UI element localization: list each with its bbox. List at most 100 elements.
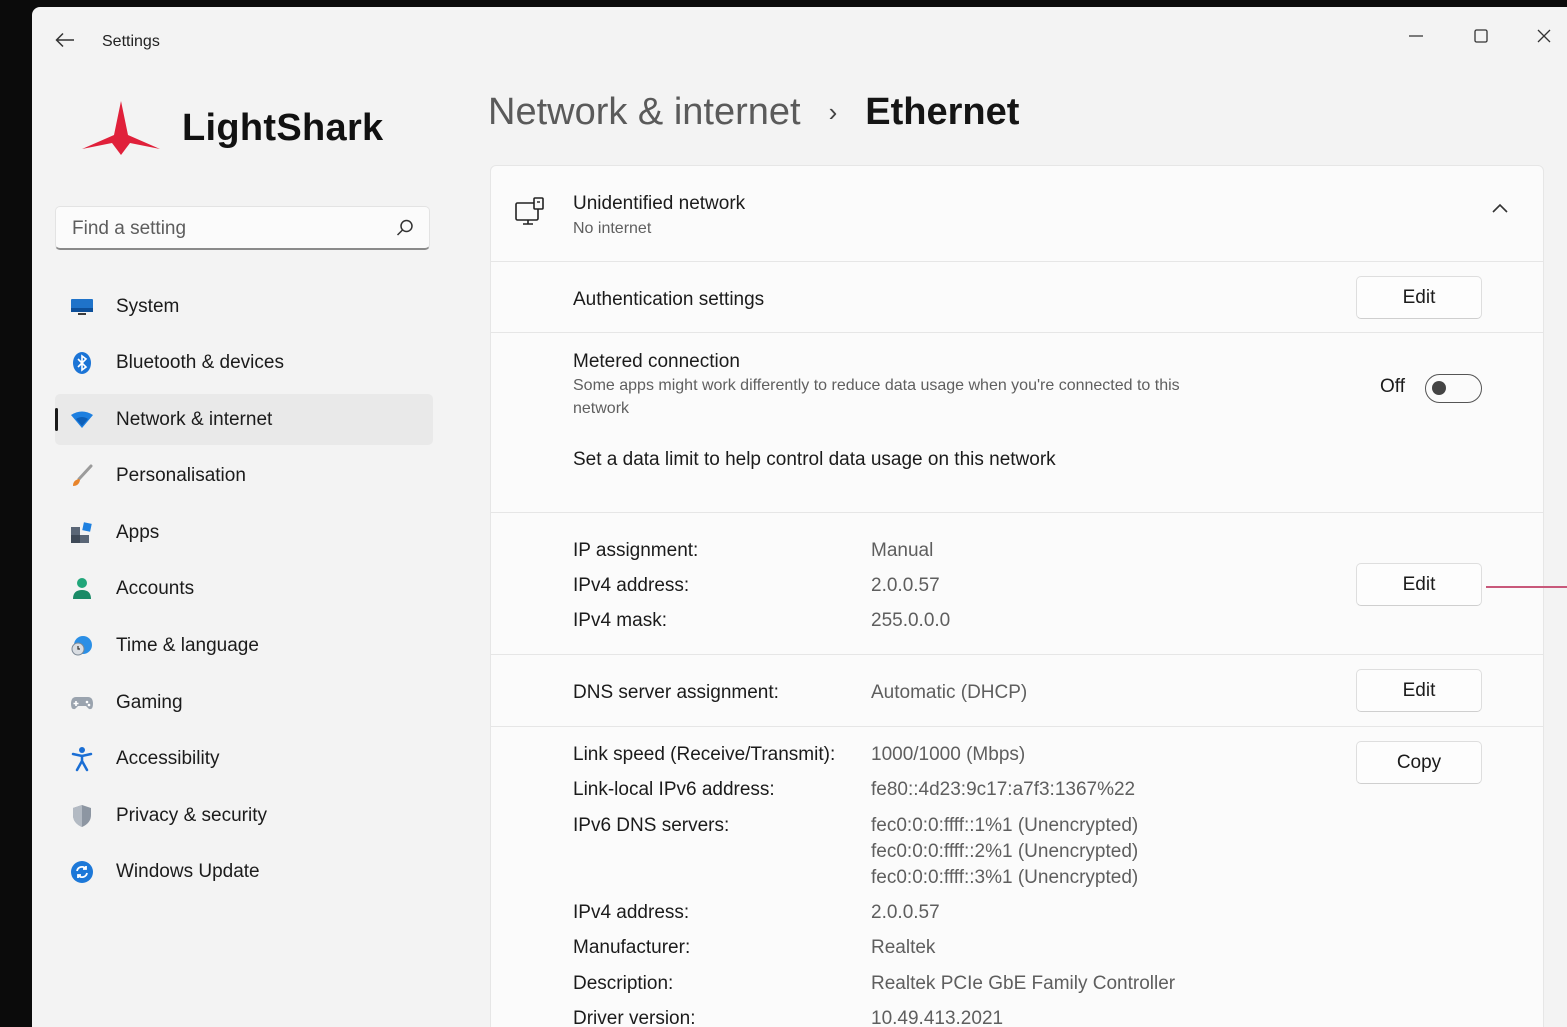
divider — [491, 726, 1543, 727]
driver-version-label: Driver version: — [573, 1008, 696, 1027]
app-title: Settings — [102, 33, 160, 50]
metered-toggle-label: Off — [1380, 376, 1405, 397]
props-ipv4-value: 2.0.0.57 — [871, 902, 940, 923]
link-speed-label: Link speed (Receive/Transmit): — [573, 744, 836, 765]
ipv4-mask-label: IPv4 mask: — [573, 610, 667, 631]
sidebar-item-label: Apps — [116, 521, 160, 543]
breadcrumb: Network & internet › Ethernet — [488, 91, 1019, 134]
ipv6-dns-label: IPv6 DNS servers: — [573, 815, 730, 836]
accessibility-icon — [69, 746, 95, 772]
close-button[interactable] — [1516, 13, 1567, 59]
settings-window: Settings LightShark System — [32, 7, 1567, 1027]
refresh-icon — [69, 859, 95, 885]
brush-icon — [69, 463, 95, 489]
ipv4-address-value: 2.0.0.57 — [871, 575, 940, 596]
driver-version-value: 10.49.413.2021 — [871, 1008, 1004, 1027]
sidebar-nav: System Bluetooth & devices Network & int… — [55, 281, 433, 904]
minimize-button[interactable] — [1388, 13, 1444, 59]
toggle-knob — [1432, 381, 1446, 395]
manufacturer-label: Manufacturer: — [573, 937, 691, 958]
auth-settings-label: Authentication settings — [573, 289, 765, 310]
chevron-up-icon[interactable] — [1491, 202, 1509, 214]
props-ipv4-label: IPv4 address: — [573, 902, 690, 923]
minimize-icon — [1409, 35, 1423, 37]
divider — [491, 261, 1543, 262]
description-label: Description: — [573, 973, 674, 994]
link-speed-value: 1000/1000 (Mbps) — [871, 744, 1026, 765]
shield-icon — [69, 803, 95, 829]
metered-toggle[interactable] — [1425, 374, 1482, 403]
search-icon[interactable] — [395, 218, 415, 238]
sidebar-item-label: Time & language — [116, 635, 259, 657]
dns-edit-button[interactable]: Edit — [1356, 669, 1482, 712]
bluetooth-icon — [69, 350, 95, 376]
sidebar-item-label: Windows Update — [116, 861, 260, 883]
sidebar-item-label: Gaming — [116, 691, 183, 713]
sidebar-item-label: Bluetooth & devices — [116, 352, 284, 374]
lightshark-logo-icon — [82, 101, 160, 155]
ip-assignment-label: IP assignment: — [573, 540, 699, 561]
sidebar-item-gaming[interactable]: Gaming — [55, 677, 433, 728]
sidebar-item-label: Privacy & security — [116, 804, 267, 826]
copy-button[interactable]: Copy — [1356, 741, 1482, 784]
sidebar-item-label: Personalisation — [116, 465, 246, 487]
description-value: Realtek PCIe GbE Family Controller — [871, 973, 1176, 994]
metered-description-cont: network — [573, 400, 630, 417]
metered-description: Some apps might work differently to redu… — [573, 377, 1180, 394]
sidebar-item-bluetooth[interactable]: Bluetooth & devices — [55, 338, 433, 389]
annotation-line — [1486, 586, 1567, 588]
sidebar-item-label: System — [116, 295, 180, 317]
ipv6-dns-value-1: fec0:0:0:ffff::1%1 (Unencrypted) — [871, 815, 1139, 836]
back-button[interactable] — [48, 25, 82, 55]
gamepad-icon — [69, 690, 95, 716]
ipv6-dns-value-2: fec0:0:0:ffff::2%1 (Unencrypted) — [871, 841, 1139, 862]
sidebar-item-privacy[interactable]: Privacy & security — [55, 790, 433, 841]
ethernet-network-icon — [515, 197, 544, 225]
brand-logo: LightShark — [80, 99, 383, 157]
breadcrumb-separator: › — [828, 97, 838, 127]
sidebar-item-system[interactable]: System — [55, 281, 433, 332]
sidebar-item-network[interactable]: Network & internet — [55, 394, 433, 446]
ethernet-details-card: Unidentified network No internet Authent… — [490, 165, 1544, 1027]
manufacturer-value: Realtek — [871, 937, 936, 958]
arrow-left-icon — [55, 32, 74, 48]
title-bar: Settings — [32, 7, 1567, 67]
data-limit-link[interactable]: Set a data limit to help control data us… — [573, 449, 1056, 471]
monitor-icon — [69, 294, 95, 320]
sidebar-item-time-language[interactable]: Time & language — [55, 621, 433, 672]
network-name: Unidentified network — [573, 193, 746, 214]
divider — [491, 512, 1543, 513]
apps-icon — [69, 520, 95, 546]
dns-assignment-value: Automatic (DHCP) — [871, 682, 1028, 703]
sidebar-item-accessibility[interactable]: Accessibility — [55, 734, 433, 785]
search-input[interactable] — [70, 215, 394, 243]
metered-connection-title: Metered connection — [573, 351, 740, 372]
page-title: Ethernet — [865, 91, 1020, 133]
divider — [491, 654, 1543, 655]
sidebar-item-apps[interactable]: Apps — [55, 507, 433, 558]
sidebar-item-personalisation[interactable]: Personalisation — [55, 451, 433, 502]
auth-edit-button[interactable]: Edit — [1356, 276, 1482, 319]
ipv6-local-label: Link-local IPv6 address: — [573, 779, 775, 800]
maximize-icon — [1474, 29, 1488, 43]
sidebar-item-accounts[interactable]: Accounts — [55, 564, 433, 615]
breadcrumb-parent-link[interactable]: Network & internet — [488, 91, 801, 134]
ipv6-dns-value-3: fec0:0:0:ffff::3%1 (Unencrypted) — [871, 867, 1139, 888]
maximize-button[interactable] — [1453, 13, 1509, 59]
sidebar-item-label: Accessibility — [116, 748, 220, 770]
search-box — [55, 206, 430, 250]
ipv4-address-label: IPv4 address: — [573, 575, 690, 596]
brand-name: LightShark — [182, 106, 384, 149]
divider — [491, 332, 1543, 333]
sidebar-item-label: Network & internet — [116, 408, 273, 430]
ip-assignment-value: Manual — [871, 540, 934, 561]
network-status: No internet — [573, 220, 652, 237]
person-icon — [69, 576, 95, 602]
close-icon — [1537, 29, 1551, 43]
ipv6-local-value: fe80::4d23:9c17:a7f3:1367%22 — [871, 779, 1136, 800]
sidebar-item-windows-update[interactable]: Windows Update — [55, 847, 433, 898]
sidebar-item-label: Accounts — [116, 578, 195, 600]
dns-assignment-label: DNS server assignment: — [573, 682, 779, 703]
ip-edit-button[interactable]: Edit — [1356, 563, 1482, 606]
clock-globe-icon — [69, 633, 95, 659]
